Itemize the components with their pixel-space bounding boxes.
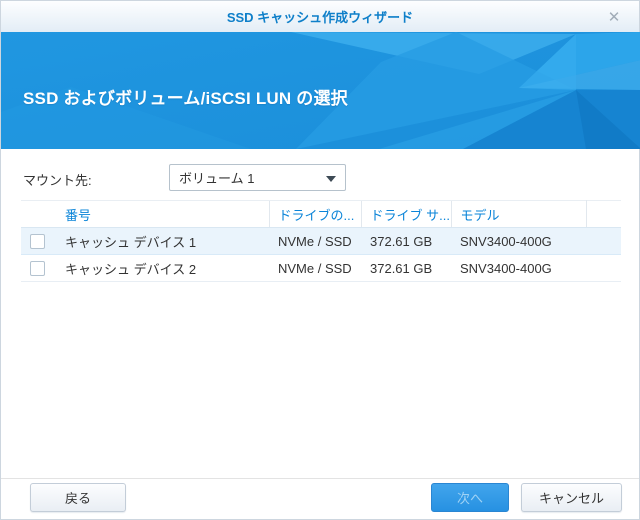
- mount-target-row: マウント先: ボリューム 1: [23, 164, 619, 191]
- volume-select[interactable]: ボリューム 1: [169, 164, 346, 191]
- ssd-device-table: 番号 ドライブの... ドライブ サ... モデル キャッシュ デバイス 1 N…: [21, 200, 621, 282]
- row-checkbox[interactable]: [30, 261, 45, 277]
- wizard-banner: SSD およびボリューム/iSCSI LUN の選択: [1, 32, 640, 149]
- device-size: 372.61 GB: [361, 254, 451, 282]
- next-button[interactable]: 次へ: [431, 483, 509, 512]
- chevron-down-icon: [326, 176, 336, 182]
- header-drive-size[interactable]: ドライブ サ...: [360, 200, 451, 228]
- ssd-cache-wizard-dialog: SSD キャッシュ作成ウィザード ✕ SSD およびボリューム/iSCSI LU…: [0, 0, 640, 520]
- header-extra-col: [586, 200, 621, 228]
- device-model: SNV3400-400G: [451, 227, 586, 255]
- device-type: NVMe / SSD: [269, 227, 361, 255]
- row-extra-cell: [586, 227, 621, 255]
- back-button[interactable]: 戻る: [30, 483, 126, 512]
- header-checkbox-col: [21, 200, 56, 228]
- table-row[interactable]: キャッシュ デバイス 2 NVMe / SSD 372.61 GB SNV340…: [21, 254, 621, 282]
- table-row[interactable]: キャッシュ デバイス 1 NVMe / SSD 372.61 GB SNV340…: [21, 227, 621, 255]
- close-icon[interactable]: ✕: [605, 8, 623, 26]
- page-title: SSD およびボリューム/iSCSI LUN の選択: [23, 89, 348, 108]
- table-header-row: 番号 ドライブの... ドライブ サ... モデル: [21, 200, 621, 228]
- device-name: キャッシュ デバイス 1: [56, 227, 269, 255]
- row-checkbox[interactable]: [30, 234, 45, 250]
- volume-select-value: ボリューム 1: [179, 171, 255, 186]
- device-model: SNV3400-400G: [451, 254, 586, 282]
- device-type: NVMe / SSD: [269, 254, 361, 282]
- window-title: SSD キャッシュ作成ウィザード: [226, 10, 414, 25]
- titlebar: SSD キャッシュ作成ウィザード ✕: [1, 1, 639, 32]
- mount-target-label: マウント先:: [23, 173, 92, 188]
- cancel-button[interactable]: キャンセル: [521, 483, 622, 512]
- device-size: 372.61 GB: [361, 227, 451, 255]
- header-number[interactable]: 番号: [56, 200, 269, 228]
- row-extra-cell: [586, 254, 621, 282]
- footer-divider: [1, 478, 639, 479]
- header-drive-type[interactable]: ドライブの...: [268, 200, 361, 228]
- header-model[interactable]: モデル: [450, 200, 587, 228]
- device-table-body: キャッシュ デバイス 1 NVMe / SSD 372.61 GB SNV340…: [21, 227, 621, 282]
- device-name: キャッシュ デバイス 2: [56, 254, 269, 282]
